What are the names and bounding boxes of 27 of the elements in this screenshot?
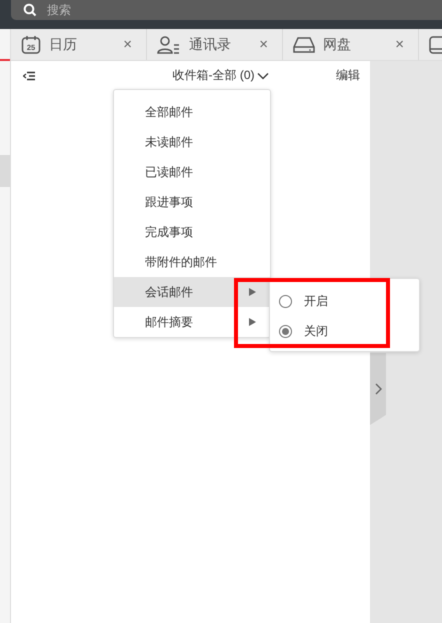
close-icon[interactable]: ×: [123, 36, 132, 53]
menu-item[interactable]: 跟进事项: [114, 187, 270, 217]
expand-handle[interactable]: [370, 353, 386, 425]
radio-button[interactable]: [279, 324, 292, 338]
menu-item[interactable]: 完成事项: [114, 217, 270, 247]
drive-icon: [293, 36, 315, 54]
menu-item[interactable]: 未读邮件: [114, 127, 270, 157]
menu-item[interactable]: 已读邮件: [114, 157, 270, 187]
tab[interactable]: 通讯录 ×: [147, 29, 283, 60]
menu-icon[interactable]: [23, 70, 35, 80]
chevron-down-icon: [256, 72, 268, 80]
close-icon[interactable]: ×: [259, 36, 268, 53]
active-indicator: [0, 59, 10, 61]
menu-item[interactable]: 邮件摘要: [114, 307, 270, 337]
radio-button[interactable]: [279, 294, 292, 308]
menu-item[interactable]: 带附件的邮件: [114, 247, 270, 277]
edit-button[interactable]: 编辑: [336, 67, 360, 84]
menu-item[interactable]: 会话邮件: [114, 277, 270, 307]
search-icon: [23, 3, 37, 17]
folder-dropdown[interactable]: 收件箱-全部 (0): [172, 67, 268, 84]
radio-option[interactable]: 开启: [270, 286, 419, 316]
tab[interactable]: 网盘 ×: [283, 29, 419, 60]
person-icon: [157, 34, 181, 54]
menu-item[interactable]: 全部邮件: [114, 97, 270, 127]
close-icon[interactable]: ×: [395, 36, 404, 53]
chevron-right-icon: [374, 383, 382, 395]
device-icon: [429, 36, 442, 54]
